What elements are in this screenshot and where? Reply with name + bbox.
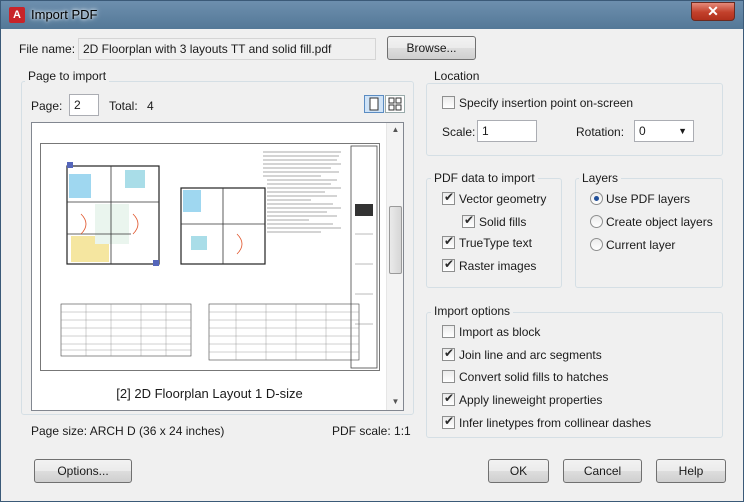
options-button[interactable]: Options... (34, 459, 132, 483)
single-page-view-button[interactable] (364, 95, 384, 113)
pdf-page-thumbnail (40, 143, 380, 371)
import-options-title: Import options (431, 304, 514, 318)
pdf-scale-text: PDF scale: 1:1 (332, 424, 411, 438)
scroll-down-icon[interactable]: ▼ (387, 397, 404, 406)
specify-insertion-checkbox[interactable] (442, 96, 455, 109)
page-to-import-title: Page to import (25, 69, 110, 83)
infer-linetypes-checkbox[interactable] (442, 414, 455, 429)
current-layer-radio[interactable] (590, 238, 603, 251)
rotation-label: Rotation: (576, 125, 625, 139)
dialog-title: Import PDF (31, 7, 98, 22)
truetype-text-label[interactable]: TrueType text (459, 236, 532, 250)
import-pdf-dialog: A Import PDF ✕ File name: 2D Floorplan w… (0, 0, 744, 502)
convert-fills-label[interactable]: Convert solid fills to hatches (459, 370, 608, 384)
create-object-layers-radio[interactable] (590, 215, 603, 228)
chevron-down-icon: ▼ (678, 126, 687, 136)
create-object-layers-label[interactable]: Create object layers (606, 215, 713, 229)
browse-button[interactable]: Browse... (387, 36, 476, 60)
total-value: 4 (147, 99, 154, 113)
page-number-input[interactable]: 2 (69, 94, 99, 116)
preview-scrollbar[interactable]: ▲ ▼ (386, 123, 403, 410)
autocad-a-icon: A (9, 7, 25, 23)
vector-geometry-label[interactable]: Vector geometry (459, 192, 546, 206)
truetype-text-checkbox[interactable] (442, 234, 455, 249)
location-title: Location (431, 69, 483, 83)
use-pdf-layers-label[interactable]: Use PDF layers (606, 192, 690, 206)
apply-lineweight-label[interactable]: Apply lineweight properties (459, 393, 602, 407)
use-pdf-layers-radio[interactable] (590, 192, 603, 205)
thumbnail-grid-icon (388, 97, 402, 111)
scroll-thumb[interactable] (389, 206, 402, 274)
scroll-up-icon[interactable]: ▲ (387, 125, 404, 134)
pdf-data-title: PDF data to import (431, 171, 538, 185)
preview-caption: [2] 2D Floorplan Layout 1 D-size (116, 386, 303, 401)
vector-geometry-checkbox[interactable] (442, 190, 455, 205)
solid-fills-checkbox[interactable] (462, 213, 475, 228)
close-button[interactable]: ✕ (691, 2, 735, 21)
convert-fills-checkbox[interactable] (442, 370, 455, 383)
solid-fills-label[interactable]: Solid fills (479, 215, 526, 229)
raster-images-label[interactable]: Raster images (459, 259, 536, 273)
rotation-value: 0 (639, 124, 646, 138)
help-button[interactable]: Help (656, 459, 726, 483)
import-as-block-checkbox[interactable] (442, 325, 455, 338)
scale-input[interactable]: 1 (477, 120, 537, 142)
file-name-field: 2D Floorplan with 3 layouts TT and solid… (78, 38, 376, 60)
page-preview[interactable]: [2] 2D Floorplan Layout 1 D-size ▲ ▼ (31, 122, 404, 411)
rotation-dropdown[interactable]: 0 ▼ (634, 120, 694, 142)
join-segments-label[interactable]: Join line and arc segments (459, 348, 602, 362)
layers-title: Layers (579, 171, 622, 185)
floorplan-drawing (60, 145, 378, 369)
file-name-label: File name: (19, 42, 76, 56)
import-as-block-label[interactable]: Import as block (459, 325, 540, 339)
scale-label: Scale: (442, 125, 476, 139)
single-page-icon (369, 97, 379, 111)
title-bar[interactable]: A Import PDF ✕ (1, 1, 743, 29)
apply-lineweight-checkbox[interactable] (442, 391, 455, 406)
cancel-button[interactable]: Cancel (563, 459, 642, 483)
ok-button[interactable]: OK (488, 459, 549, 483)
join-segments-checkbox[interactable] (442, 346, 455, 361)
specify-insertion-label[interactable]: Specify insertion point on-screen (459, 96, 633, 110)
current-layer-label[interactable]: Current layer (606, 238, 675, 252)
infer-linetypes-label[interactable]: Infer linetypes from collinear dashes (459, 416, 651, 430)
page-label: Page: (31, 99, 63, 113)
thumbnail-grid-view-button[interactable] (385, 95, 405, 113)
page-size-text: Page size: ARCH D (36 x 24 inches) (31, 424, 225, 438)
raster-images-checkbox[interactable] (442, 257, 455, 272)
total-label: Total: (109, 99, 138, 113)
